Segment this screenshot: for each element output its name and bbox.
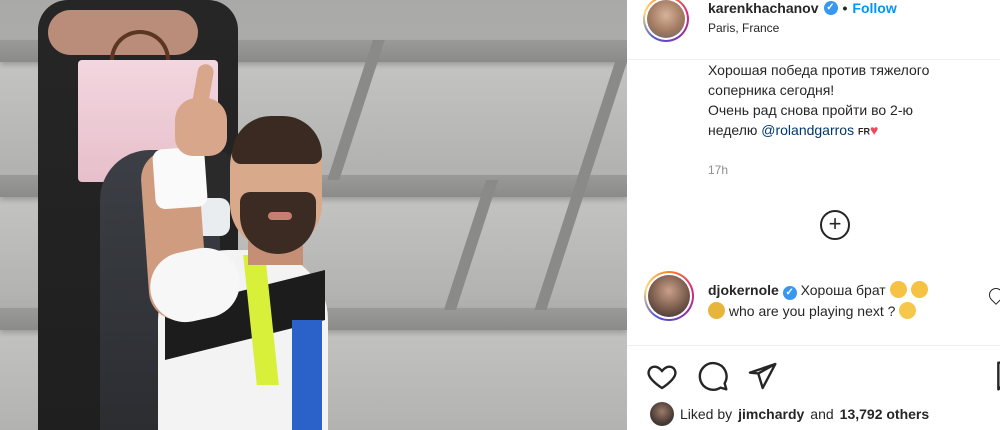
verified-badge-icon: ✓: [823, 1, 838, 15]
liker-avatar[interactable]: [650, 402, 674, 426]
comment-line: who are you playing next ?: [708, 301, 998, 322]
verified-badge-icon: ✓: [782, 286, 797, 300]
likes-count[interactable]: 13,792 others: [840, 406, 930, 422]
shirt-stripe: [292, 320, 322, 430]
flag-fr: FR: [857, 126, 870, 137]
commenter-avatar[interactable]: [644, 271, 694, 321]
post-side-panel: karenkhachanov ✓ • Follow Paris, France …: [627, 0, 1000, 430]
comment-text: who are you playing next ?: [728, 303, 896, 319]
liked-by-connector: and: [810, 406, 834, 422]
caption-line: Хорошая победа против тяжелого: [708, 62, 930, 78]
mention-link[interactable]: @rolandgarros: [761, 122, 854, 138]
caption-line: Очень рад снова пройти во 2-ю: [708, 102, 913, 118]
paper-plane-icon[interactable]: [746, 360, 778, 392]
liker-username[interactable]: jimchardy: [738, 406, 804, 422]
post-header: karenkhachanov ✓ • Follow Paris, France: [627, 0, 1000, 60]
tears-of-joy-emoji-icon: [899, 302, 917, 319]
actions-divider: [627, 345, 1000, 346]
emoji-icon: [889, 281, 907, 298]
comment: djokernole ✓ Хороша брат who are you pla…: [708, 280, 998, 322]
caption-line: неделю @rolandgarros FR♥: [708, 120, 988, 141]
folded-hands-emoji-icon: [708, 302, 725, 319]
player-mouth: [268, 212, 292, 220]
comment-line: djokernole ✓ Хороша брат: [708, 280, 998, 301]
comment-bubble-icon[interactable]: [697, 360, 729, 392]
liked-by-prefix: Liked by: [680, 406, 733, 422]
plus-circle-icon[interactable]: +: [820, 210, 850, 240]
liked-by-row: Liked by jimchardy and 13,792 others: [650, 402, 929, 426]
comment-text: Хороша брат: [800, 282, 886, 298]
post-location[interactable]: Paris, France: [708, 21, 779, 35]
caption-line-prefix: неделю: [708, 122, 762, 138]
heart-emoji: ♥: [869, 122, 879, 138]
emoji-icon: [910, 281, 928, 298]
heart-icon[interactable]: [646, 360, 678, 392]
post-time[interactable]: 17h: [708, 163, 728, 177]
bookmark-icon[interactable]: [993, 360, 1000, 392]
player-hand: [175, 98, 227, 156]
author-row: karenkhachanov ✓ • Follow: [708, 0, 897, 16]
post-photo[interactable]: [0, 0, 627, 430]
author-avatar[interactable]: [643, 0, 689, 42]
follow-button[interactable]: Follow: [852, 0, 896, 16]
caption-line: соперника сегодня!: [708, 82, 835, 98]
post-caption: Хорошая победа против тяжелого соперника…: [708, 60, 988, 141]
commenter-username[interactable]: djokernole: [708, 282, 779, 298]
author-username[interactable]: karenkhachanov: [708, 0, 819, 16]
separator-dot: •: [842, 0, 848, 16]
